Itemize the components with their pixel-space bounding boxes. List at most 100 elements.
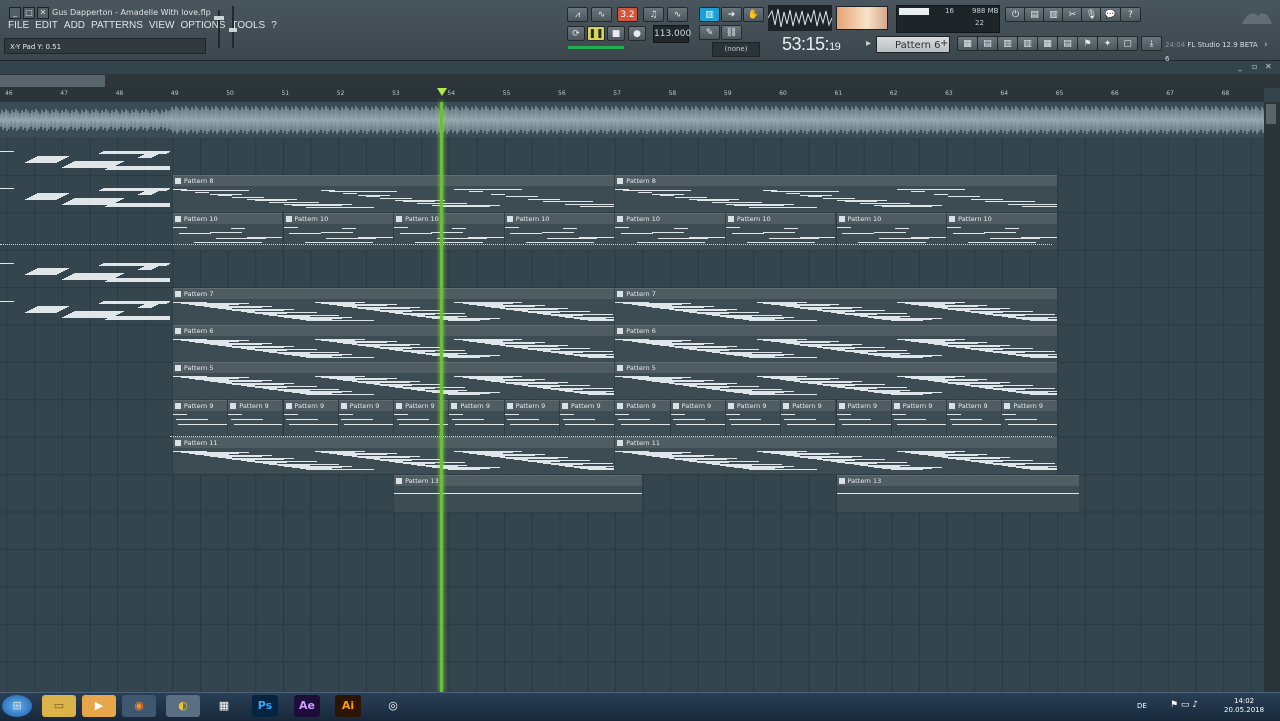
clip-header[interactable]: Pattern 6	[615, 326, 1057, 336]
pattern-clip[interactable]: Pattern 9	[947, 399, 1002, 437]
clip-menu-icon[interactable]	[783, 402, 790, 409]
download-icon[interactable]: ⤓	[1141, 36, 1162, 51]
clip-menu-icon[interactable]	[727, 402, 734, 409]
pattern-prev-icon[interactable]: ▸	[866, 38, 871, 49]
main-volume-knob[interactable]	[214, 10, 224, 50]
pattern-clip[interactable]: Pattern 9	[283, 399, 338, 437]
record-button[interactable]: ●	[628, 26, 646, 41]
record-audio-icon[interactable]: 🎙	[1081, 7, 1102, 22]
clip-menu-icon[interactable]	[174, 402, 181, 409]
clip-header[interactable]: Pattern 9	[781, 400, 836, 411]
clip-menu-icon[interactable]	[617, 290, 624, 297]
clip-header[interactable]: Pattern 9	[725, 400, 781, 411]
clip-header[interactable]: Pattern 8	[615, 176, 1057, 187]
playlist-icon[interactable]: ▦	[957, 36, 978, 51]
audio-track[interactable]	[0, 102, 1264, 138]
mixer-icon[interactable]: ▥	[1017, 36, 1038, 51]
clip-menu-icon[interactable]	[506, 402, 513, 409]
clip-header[interactable]: Pattern 9	[228, 400, 283, 411]
playlist-close-button[interactable]: ✕	[1265, 62, 1272, 71]
pattern-add-icon[interactable]: +	[940, 38, 948, 49]
clip-menu-icon[interactable]	[174, 178, 181, 185]
clip-header[interactable]: Pattern 11	[172, 438, 615, 449]
wait-record-button[interactable]: ∿	[591, 7, 612, 22]
clip-menu-icon[interactable]	[617, 178, 624, 185]
clip-menu-icon[interactable]	[285, 402, 292, 409]
close-button[interactable]: ✕	[37, 7, 49, 19]
clip-menu-icon[interactable]	[174, 328, 181, 334]
clip-header[interactable]: Pattern 9	[283, 400, 338, 411]
tempo-display[interactable]: 113.000	[653, 25, 691, 43]
step-arrow-button[interactable]: ➜	[721, 7, 742, 22]
after-effects-icon[interactable]: Ae	[294, 695, 320, 717]
clip-menu-icon[interactable]	[1004, 402, 1011, 409]
minimize-button[interactable]: _	[9, 7, 21, 19]
pattern-clip[interactable]: Pattern 8	[172, 175, 615, 213]
horizontal-scrollbar[interactable]	[0, 74, 1280, 88]
tray-icons[interactable]: ⚑ ▭ ♪	[1170, 700, 1198, 710]
photoshop-icon[interactable]: Ps	[252, 695, 278, 717]
clip-menu-icon[interactable]	[617, 402, 624, 409]
pattern-clip[interactable]: Pattern 9	[615, 399, 670, 437]
menu-patterns[interactable]: PATTERNS	[91, 20, 143, 36]
pattern-clip[interactable]: Pattern 13	[836, 474, 1079, 512]
pattern-clip[interactable]	[0, 175, 170, 211]
pattern-clip[interactable]: Pattern 8	[615, 175, 1057, 213]
horizontal-scroll-thumb[interactable]	[0, 75, 105, 87]
language-indicator[interactable]: DE	[1137, 702, 1147, 710]
loop-record-button[interactable]: ⟳	[567, 26, 585, 41]
piano-roll-icon[interactable]: ▤	[977, 36, 998, 51]
pattern-clip[interactable]: Pattern 9	[836, 399, 891, 437]
pause-button[interactable]: ❚❚	[587, 26, 605, 41]
clip-header[interactable]: Pattern 9	[560, 400, 615, 411]
clip-header[interactable]: Pattern 8	[172, 176, 615, 187]
clip-header[interactable]: Pattern 6	[172, 326, 615, 336]
clip-menu-icon[interactable]	[949, 402, 956, 409]
playlist-grid[interactable]: Pattern 8 Pattern 8 Pattern 10 Pattern 10 Pa…	[0, 138, 1264, 693]
channel-rack-icon[interactable]: ▥	[997, 36, 1018, 51]
playlist-minimize-button[interactable]: _	[1238, 62, 1242, 71]
pattern-clip[interactable]: Pattern 11	[615, 437, 1057, 475]
pattern-selector[interactable]: Pattern 6	[876, 36, 950, 53]
clip-menu-icon[interactable]	[893, 402, 900, 409]
file-explorer-icon[interactable]: ▭	[42, 695, 76, 717]
clip-menu-icon[interactable]	[174, 290, 181, 297]
start-button-icon[interactable]: ⊞	[2, 695, 32, 717]
clip-menu-icon[interactable]	[617, 440, 624, 447]
clip-menu-icon[interactable]	[672, 402, 679, 409]
timeline-ruler[interactable]: 46 47 48 49 50 51 52 53 54 55 56 57 58 59 60 61 62 63 64 65…	[0, 88, 1264, 103]
pattern-clip[interactable]	[0, 138, 170, 174]
channel-selector[interactable]: (none)	[712, 42, 760, 57]
clip-menu-icon[interactable]	[562, 402, 568, 409]
pattern-clip[interactable]: Pattern 9	[449, 399, 504, 437]
pattern-clip[interactable]: Pattern 9	[1002, 399, 1057, 437]
stop-button[interactable]: ■	[607, 26, 625, 41]
master-pitch-bar[interactable]	[568, 46, 624, 49]
pattern-clip[interactable]: Pattern 9	[338, 399, 394, 437]
clip-header[interactable]: Pattern 9	[891, 400, 947, 411]
pattern-clip[interactable]: Pattern 7	[615, 287, 1057, 325]
browser-icon[interactable]: ▦	[1037, 36, 1058, 51]
menu-file[interactable]: FILE	[8, 20, 29, 36]
clip-header[interactable]: Pattern 9	[947, 400, 1002, 411]
pattern-clip[interactable]: Pattern 9	[670, 399, 725, 437]
typing-keyboard-button[interactable]: ▥	[699, 7, 720, 22]
clip-menu-icon[interactable]	[174, 440, 181, 447]
restore-button[interactable]: □	[23, 7, 35, 19]
clip-menu-icon[interactable]	[340, 402, 347, 409]
clip-header[interactable]: Pattern 7	[172, 288, 615, 299]
playhead-marker-icon[interactable]	[437, 88, 447, 96]
help-icon[interactable]: ?	[1120, 7, 1141, 22]
plugin-icon[interactable]: ⚑	[1077, 36, 1098, 51]
clip-header[interactable]: Pattern 7	[615, 288, 1057, 299]
pattern-clip[interactable]: Pattern 13	[394, 474, 642, 512]
playlist-maximize-button[interactable]: ▫	[1252, 62, 1257, 71]
pattern-song-mode-button[interactable]: 3.2	[617, 7, 638, 22]
pattern-clip[interactable]: Pattern 9	[891, 399, 947, 437]
pattern-clip[interactable]: Pattern 9	[228, 399, 283, 437]
clip-header[interactable]: Pattern 11	[615, 438, 1057, 449]
clip-header[interactable]: Pattern 9	[338, 400, 394, 411]
clip-menu-icon[interactable]	[230, 402, 237, 409]
menu-view[interactable]: VIEW	[149, 20, 175, 36]
vertical-scroll-thumb[interactable]	[1266, 104, 1276, 124]
